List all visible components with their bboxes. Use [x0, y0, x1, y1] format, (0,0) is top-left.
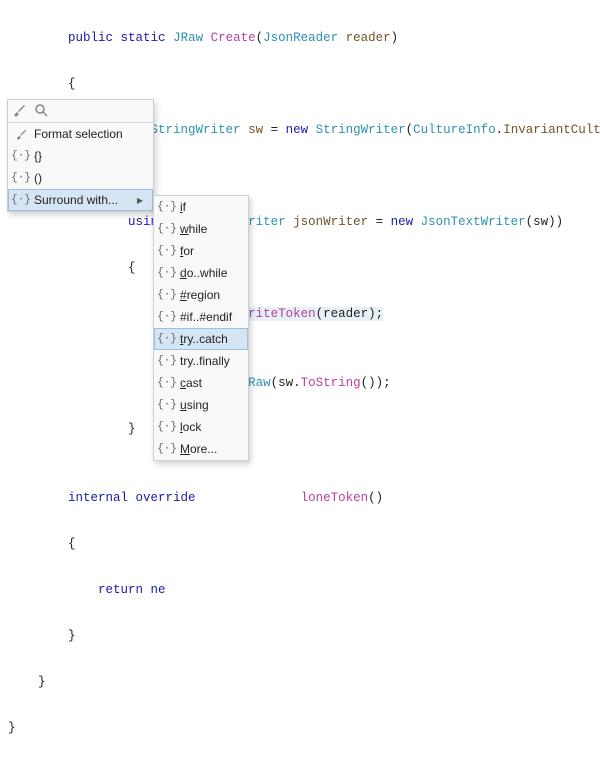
brackets-icon: {·} — [158, 333, 176, 345]
code-line: return ne — [8, 579, 600, 602]
surround-item-while[interactable]: {·}while — [154, 218, 248, 240]
menu-item-label: #region — [176, 288, 242, 302]
brush-icon — [12, 128, 30, 140]
code-line: { — [8, 73, 600, 96]
surround-item-More[interactable]: {·}More... — [154, 438, 248, 460]
menu-item-label: if — [176, 200, 242, 214]
surround-item-if[interactable]: {·}if — [154, 196, 248, 218]
menu-item-label: try..finally — [176, 354, 242, 368]
menu-item-label: #if..#endif — [176, 310, 242, 324]
menu-item-label: Surround with... — [30, 193, 137, 207]
menu-item-label: More... — [176, 442, 242, 456]
surround-item-lock[interactable]: {·}lock — [154, 416, 248, 438]
code-line: { — [8, 533, 600, 556]
brackets-icon: {·} — [158, 223, 176, 235]
menu-surround-with[interactable]: {·} Surround with... ▸ — [8, 189, 153, 211]
menu-item-label: try..catch — [176, 332, 242, 346]
code-line: } — [8, 418, 600, 441]
surround-item-using[interactable]: {·}using — [154, 394, 248, 416]
menu-item-label: for — [176, 244, 242, 258]
code-line: } — [8, 625, 600, 648]
menu-braces[interactable]: {·} {} — [8, 145, 153, 167]
brackets-icon: {·} — [158, 245, 176, 257]
menu-format-selection[interactable]: Format selection — [8, 123, 153, 145]
code-line: jsonWriter.WriteToken(reader); — [8, 303, 600, 326]
menu-icon-row — [8, 100, 153, 122]
brackets-icon: {·} — [158, 399, 176, 411]
brackets-icon: {·} — [158, 311, 176, 323]
code-line: internal override loneToken() — [8, 487, 600, 510]
menu-item-label: using — [176, 398, 242, 412]
surround-with-submenu: {·}if{·}while{·}for{·}do..while{·}#regio… — [153, 195, 249, 461]
menu-item-label: do..while — [176, 266, 242, 280]
menu-parens[interactable]: {·} () — [8, 167, 153, 189]
surround-item-for[interactable]: {·}for — [154, 240, 248, 262]
brackets-icon: {·} — [12, 172, 30, 184]
code-line: } — [8, 671, 600, 694]
code-line: { — [8, 257, 600, 280]
surround-item-dowhile[interactable]: {·}do..while — [154, 262, 248, 284]
code-line: public static JRaw Create(JsonReader rea… — [8, 27, 600, 50]
menu-item-label: lock — [176, 420, 242, 434]
submenu-arrow-icon: ▸ — [137, 193, 147, 207]
menu-item-label: cast — [176, 376, 242, 390]
refactor-menu: Format selection {·} {} {·} () {·} Surro… — [7, 99, 154, 212]
brackets-icon: {·} — [158, 421, 176, 433]
surround-item-cast[interactable]: {·}cast — [154, 372, 248, 394]
code-line: using (JsonTextWriter jsonWriter = new J… — [8, 211, 600, 234]
brush-icon[interactable] — [12, 103, 26, 120]
surround-item-ifendif[interactable]: {·}#if..#endif — [154, 306, 248, 328]
menu-item-label: () — [30, 171, 147, 185]
surround-item-region[interactable]: {·}#region — [154, 284, 248, 306]
brackets-icon: {·} — [158, 201, 176, 213]
brackets-icon: {·} — [158, 267, 176, 279]
brackets-icon: {·} — [12, 150, 30, 162]
menu-item-label: while — [176, 222, 242, 236]
brackets-icon: {·} — [158, 289, 176, 301]
brackets-icon: {·} — [158, 355, 176, 367]
surround-item-trycatch[interactable]: {·}try..catch — [154, 328, 248, 350]
menu-item-label: Format selection — [30, 127, 147, 141]
bulb-search-icon[interactable] — [34, 103, 48, 120]
surround-item-tryfinally[interactable]: {·}try..finally — [154, 350, 248, 372]
menu-item-label: {} — [30, 149, 147, 163]
brackets-icon: {·} — [12, 194, 30, 206]
brackets-icon: {·} — [158, 443, 176, 455]
code-line: } — [8, 717, 600, 740]
brackets-icon: {·} — [158, 377, 176, 389]
code-line: return new JRaw(sw.ToString()); — [8, 372, 600, 395]
